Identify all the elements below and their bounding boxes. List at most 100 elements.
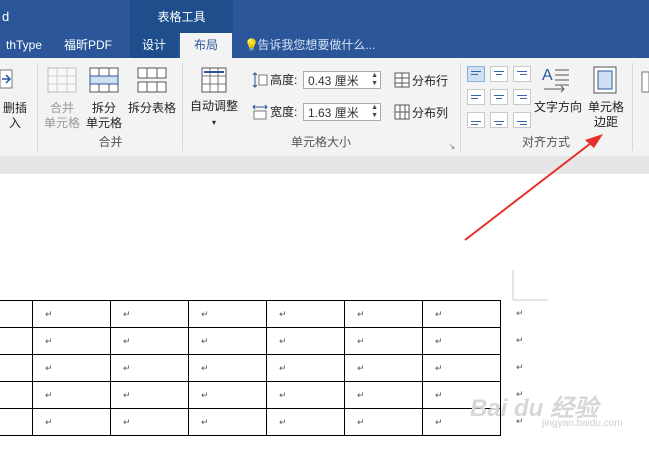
table-cell[interactable]: ↵ [344,381,423,409]
table-cell[interactable]: ↵ [344,408,423,436]
text-direction-button[interactable]: 文字方向 [530,100,586,115]
autofit-dropdown-icon[interactable]: ▾ [208,115,220,130]
table-row: ↵ ↵ ↵ ↵ ↵ ↵ [0,381,501,409]
split-cells-icon [89,67,119,93]
text-direction-icon: A [541,64,571,94]
tell-me-text: 告诉我您想要做什么... [257,38,376,52]
cell-margins-icon [593,66,617,94]
table-cell[interactable]: ↵ [188,381,267,409]
table-cell[interactable]: ↵ [422,300,501,328]
table-cell[interactable] [0,408,33,436]
table-row: ↵ ↵ ↵ ↵ ↵ ↵ [0,327,501,355]
table-cell[interactable]: ↵ [110,381,189,409]
merge-group-label: 合并 [98,135,123,149]
split-table-button[interactable]: 拆分表格 [126,101,178,116]
table-cell[interactable] [0,300,33,328]
table-tools-context-title: 表格工具 [130,0,233,33]
tab-foxit-pdf[interactable]: 福昕PDF [56,33,120,58]
table-cell[interactable]: ↵ [266,327,345,355]
column-width-icon [252,104,268,120]
page-corner-mark [512,270,548,301]
table-cell[interactable]: ↵ [110,327,189,355]
width-input[interactable]: 1.63 厘米 ▲ ▼ [303,103,381,121]
partial-next-button-icon[interactable] [640,68,649,108]
height-spinner-icon[interactable]: ▲ ▼ [371,72,378,88]
cell-properties-launcher-icon[interactable]: ↘ [447,139,457,154]
distribute-rows-button[interactable]: 分布行 [412,74,452,89]
table-cell[interactable]: ↵ [344,327,423,355]
cell-size-group-label: 单元格大小 [290,135,351,149]
insert-icon [0,68,14,90]
group-separator [632,63,633,151]
align-middle-left[interactable] [467,89,485,105]
autofit-icon [201,67,227,93]
group-separator [37,63,38,151]
table-cell[interactable]: ↵ [188,327,267,355]
tab-design[interactable]: 设计 [130,33,178,58]
distribute-columns-button[interactable]: 分布列 [412,106,452,121]
merge-cells-icon [47,67,77,93]
row-end-mark: ↵ [516,362,524,372]
table-cell[interactable] [0,381,33,409]
height-input[interactable]: 0.43 厘米 ▲ ▼ [303,71,381,89]
align-bottom-right[interactable] [513,112,531,128]
align-middle-center[interactable] [490,89,508,105]
align-top-right[interactable] [513,66,531,82]
table-cell[interactable]: ↵ [422,327,501,355]
table-cell[interactable]: ↵ [110,300,189,328]
table-cell[interactable]: ↵ [266,381,345,409]
table-cell[interactable]: ↵ [32,381,111,409]
align-bottom-left[interactable] [467,112,485,128]
cell-margins-button[interactable]: 单元格 边距 [584,100,628,130]
table-cell[interactable] [0,354,33,382]
table-row: ↵ ↵ ↵ ↵ ↵ ↵ [0,354,501,382]
table-row: ↵ ↵ ↵ ↵ ↵ ↵ [0,408,501,436]
table-cell[interactable]: ↵ [188,408,267,436]
document-gutter [0,156,649,174]
tell-me-search[interactable]: 💡 告诉我您想要做什么... [244,33,375,58]
table-cell[interactable]: ↵ [266,354,345,382]
merge-cells-button[interactable]: 合并 单元格 [41,101,83,131]
table-cell[interactable] [0,327,33,355]
table-cell[interactable]: ↵ [110,354,189,382]
document-table[interactable]: ↵ ↵ ↵ ↵ ↵ ↵ ↵ ↵ ↵ ↵ ↵ ↵ ↵ ↵ ↵ ↵ ↵ ↵ ↵ ↵ ↵ ↵ ↵ ↵ ↵ ↵ ↵ ↵ ↵ ↵ [0,300,501,436]
app-title-fragment: d [2,9,10,24]
row-height-icon [252,72,268,88]
autofit-button[interactable]: 自动调整 [186,99,242,114]
table-cell[interactable]: ↵ [32,408,111,436]
align-bottom-center[interactable] [490,112,508,128]
row-end-mark: ↵ [516,335,524,345]
height-value: 0.43 厘米 [308,74,359,88]
insert-button[interactable]: 删插入 [0,101,30,131]
width-label: 宽度: [270,105,298,119]
row-end-mark: ↵ [516,308,524,318]
table-cell[interactable]: ↵ [422,354,501,382]
table-cell[interactable]: ↵ [266,408,345,436]
title-bar [0,0,649,33]
split-table-icon [137,67,167,93]
tab-layout[interactable]: 布局 [180,33,232,58]
tab-mathtype[interactable]: thType [0,33,48,58]
distribute-columns-icon [394,104,410,120]
svg-text:A: A [542,67,553,84]
table-cell[interactable]: ↵ [32,300,111,328]
table-cell[interactable]: ↵ [344,300,423,328]
table-cell[interactable]: ↵ [188,354,267,382]
table-cell[interactable]: ↵ [32,354,111,382]
align-middle-right[interactable] [513,89,531,105]
distribute-rows-icon [394,72,410,88]
width-value: 1.63 厘米 [308,106,359,120]
table-cell[interactable]: ↵ [32,327,111,355]
width-spinner-icon[interactable]: ▲ ▼ [371,104,378,120]
watermark-url: jingyan.baidu.com [542,418,623,429]
align-top-left[interactable] [467,66,485,82]
table-cell[interactable]: ↵ [188,300,267,328]
table-row: ↵ ↵ ↵ ↵ ↵ ↵ [0,300,501,328]
split-cells-button[interactable]: 拆分 单元格 [84,101,124,131]
align-top-center[interactable] [490,66,508,82]
alignment-group-label: 对齐方式 [521,135,570,149]
table-cell[interactable]: ↵ [344,354,423,382]
lightbulb-icon: 💡 [244,38,259,52]
table-cell[interactable]: ↵ [266,300,345,328]
table-cell[interactable]: ↵ [110,408,189,436]
